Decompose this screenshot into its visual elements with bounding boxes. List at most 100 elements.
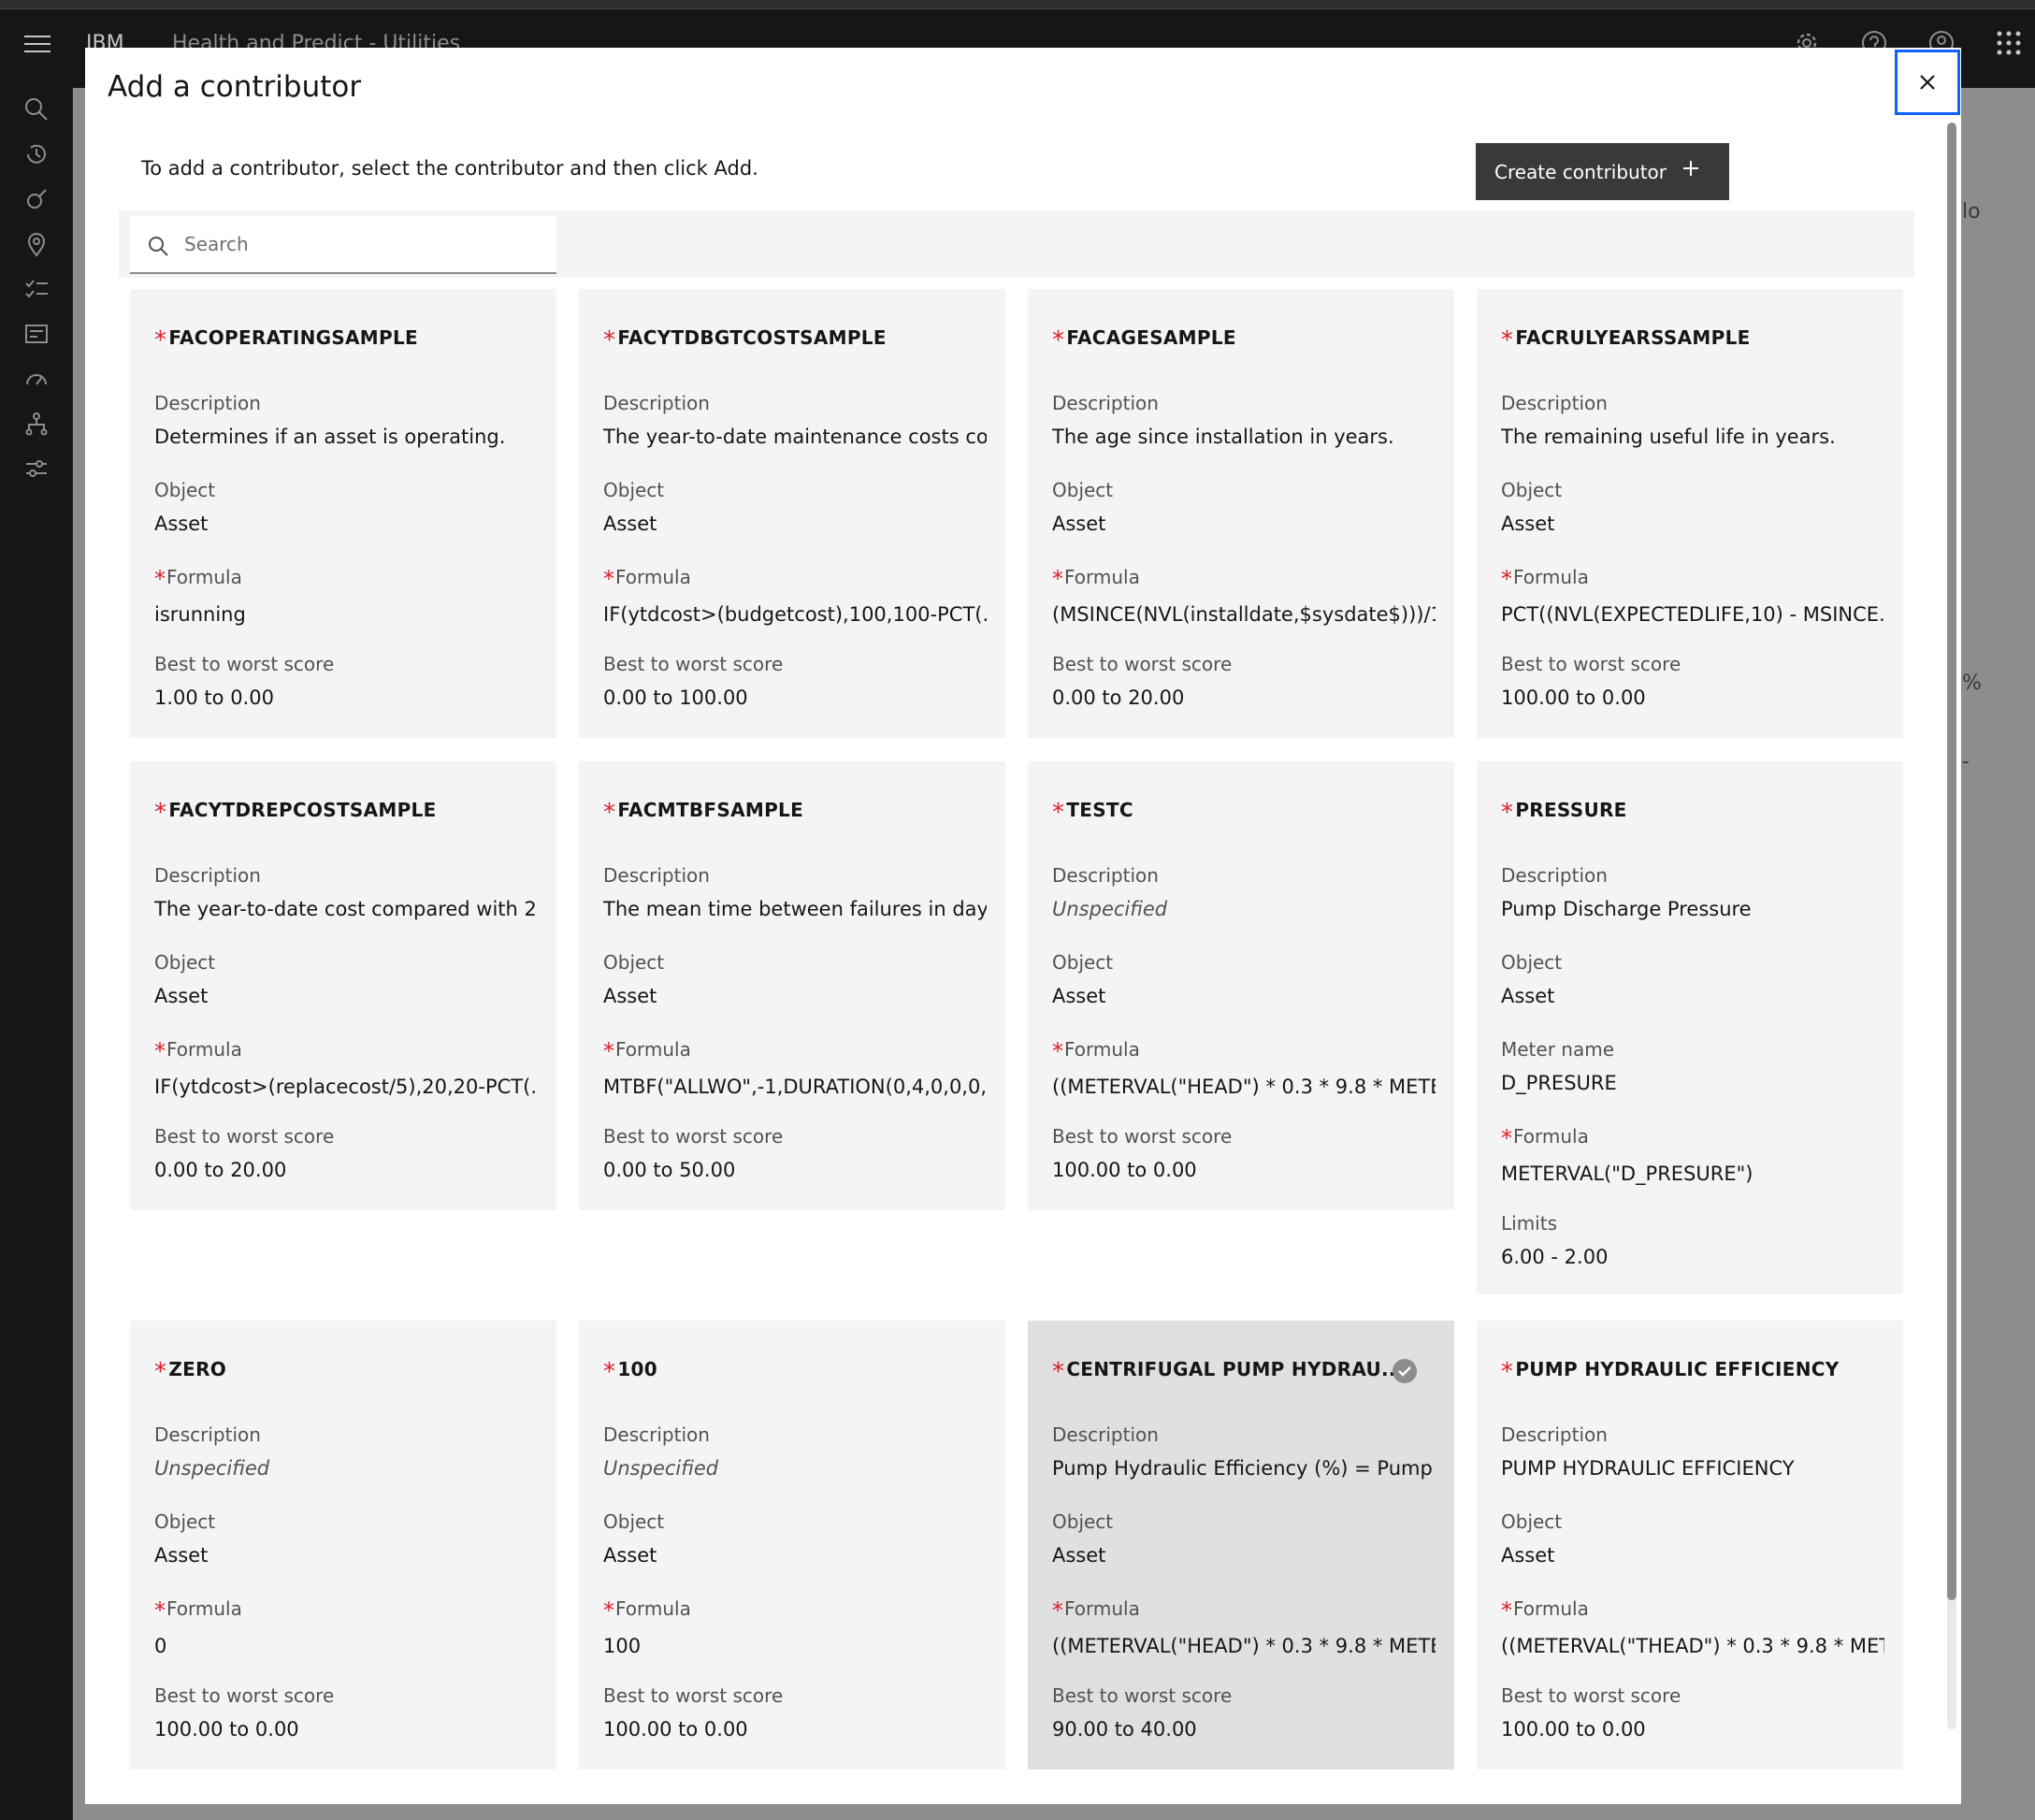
app-switcher-icon[interactable] [1994,28,2024,58]
create-contributor-button[interactable]: Create contributor [1476,143,1729,200]
field-label: *Formula [154,566,538,592]
field-label-text: Best to worst score [1052,1125,1233,1148]
contributor-tile[interactable]: * FACAGESAMPLE Description The age since in… [1028,289,1454,738]
field-label: *Formula [1501,1125,1884,1151]
tile-title: * FACAGESAMPLE [1052,326,1236,354]
field-label-text: Formula [166,1038,242,1061]
contributor-tile[interactable]: * FACYTDBGTCOSTSAMPLE Description The year-… [579,289,1005,738]
tile-field: Best to worst score 100.00 to 0.00 [1501,653,1884,709]
required-indicator: * [603,799,616,827]
field-label-text: Best to worst score [1052,653,1233,675]
contributor-tile[interactable]: * FACYTDREPCOSTSAMPLE Description The year-… [130,761,556,1210]
required-indicator: * [154,799,167,827]
field-value: IF(ytdcost>(budgetcost),100,100-PCT(... [603,603,987,626]
field-label: Object [1052,951,1436,974]
contributor-tile[interactable]: * CENTRIFUGAL PUMP HYDRAU... Description Pu… [1028,1321,1454,1769]
contributor-tile[interactable]: * 100 Description Unspecified Object Asset *Fo… [579,1321,1005,1769]
field-value: Asset [1501,985,1555,1007]
menu-icon[interactable] [24,34,51,54]
tile-title: * FACYTDBGTCOSTSAMPLE [603,326,887,354]
field-label-text: Description [603,864,710,887]
field-value: 90.00 to 40.00 [1052,1718,1197,1741]
field-label-text: Formula [1513,566,1589,588]
checklist-icon[interactable] [22,275,51,303]
modal-title: Add a contributor [108,70,362,104]
field-label-text: Description [154,1423,261,1446]
field-value: Asset [1501,513,1555,535]
search-field[interactable] [130,216,556,274]
field-label-text: Description [1052,392,1159,414]
field-label: *Formula [1052,1597,1436,1624]
tile-title-text: CENTRIFUGAL PUMP HYDRAU... [1066,1358,1404,1380]
field-label-text: Description [154,392,261,414]
field-value: Asset [603,513,657,535]
tile-field: Best to worst score 90.00 to 40.00 [1052,1684,1436,1741]
field-value: The year-to-date cost compared with 2... [154,898,538,920]
field-label: Description [1501,392,1884,414]
field-label-text: Best to worst score [1501,1684,1681,1707]
required-indicator: * [1052,566,1063,592]
tile-field: Description Unspecified [154,1423,538,1480]
tile-field: Description Unspecified [1052,864,1436,920]
tile-title-text: PRESSURE [1515,799,1627,821]
required-indicator: * [154,1358,167,1386]
field-label: Description [1501,1423,1884,1446]
required-indicator: * [603,326,616,354]
dashboard-icon[interactable] [22,320,51,348]
required-indicator: * [1501,1597,1512,1624]
field-label: Best to worst score [1052,653,1436,675]
field-label-text: Description [603,1423,710,1446]
history-icon[interactable] [22,140,51,168]
settings-sliders-icon[interactable] [22,455,51,483]
tile-field: Description The year-to-date cost compare… [154,864,538,920]
field-value: METERVAL("D_PRESURE") [1501,1163,1754,1185]
field-label-text: Object [154,479,216,501]
contributor-tile[interactable]: * PUMP HYDRAULIC EFFICIENCY Description PUM… [1477,1321,1903,1769]
tile-field: Description The year-to-date maintenance … [603,392,987,448]
contributor-tile[interactable]: * FACMTBFSAMPLE Description The mean time b… [579,761,1005,1210]
field-label: Best to worst score [603,653,987,675]
required-indicator: * [603,1358,616,1386]
tile-field: Object Asset [154,479,538,535]
tile-title: * FACRULYEARSSAMPLE [1501,326,1751,354]
field-label-text: Formula [615,1038,691,1061]
tile-field: *Formula PCT((NVL(EXPECTEDLIFE,10) - MSIN… [1501,566,1884,626]
scrollbar-thumb[interactable] [1947,123,1956,1600]
contributor-tile[interactable]: * PRESSURE Description Pump Discharge Press… [1477,761,1903,1294]
contributor-tile[interactable]: * FACOPERATINGSAMPLE Description Determines… [130,289,556,738]
field-label: Best to worst score [1052,1125,1436,1148]
gauge-icon[interactable] [22,365,51,393]
hierarchy-icon[interactable] [22,410,51,438]
field-value: 100.00 to 0.00 [1501,686,1646,709]
field-value: Asset [603,1544,657,1567]
tile-field: Object Asset [603,951,987,1007]
tile-field: Object Asset [154,1510,538,1567]
search-icon[interactable] [22,95,51,123]
tile-field: Best to worst score 100.00 to 0.00 [603,1684,987,1741]
field-label-text: Object [1501,1510,1563,1533]
tile-field: *Formula 0 [154,1597,538,1657]
location-icon[interactable] [22,230,51,258]
field-value: 6.00 - 2.00 [1501,1246,1609,1268]
field-label-text: Formula [166,1597,242,1620]
field-value: ((METERVAL("HEAD") * 0.3 * 9.8 * METE... [1052,1076,1436,1098]
field-label: *Formula [603,566,987,592]
field-label: *Formula [603,1038,987,1064]
field-value: 0.00 to 20.00 [154,1159,287,1181]
browser-strip [0,0,2035,9]
search-input[interactable] [184,224,540,265]
scrollbar[interactable] [1947,123,1956,1729]
close-button[interactable] [1895,50,1960,115]
field-label-text: Description [1501,1423,1608,1446]
field-label-text: Best to worst score [603,653,784,675]
field-label: Description [1501,864,1884,887]
contributor-tile[interactable]: * TESTC Description Unspecified Object Asset *… [1028,761,1454,1210]
plus-icon [1683,161,1698,176]
asset-icon[interactable] [22,185,51,213]
tile-title: * FACMTBFSAMPLE [603,799,803,827]
contributor-tile[interactable]: * ZERO Description Unspecified Object Asset *F… [130,1321,556,1769]
field-value: Asset [154,513,209,535]
field-label-text: Best to worst score [154,1684,335,1707]
contributor-grid: * FACOPERATINGSAMPLE Description Determines… [130,289,1907,1784]
contributor-tile[interactable]: * FACRULYEARSSAMPLE Description The remaini… [1477,289,1903,738]
